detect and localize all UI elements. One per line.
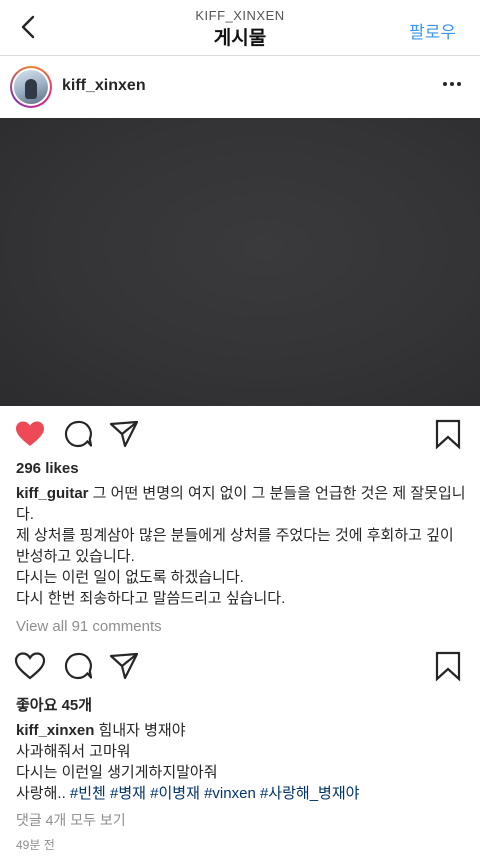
post-image[interactable] xyxy=(0,118,480,406)
hashtag-link[interactable]: #이병재 xyxy=(150,785,200,802)
view-all-comments-link[interactable]: View all 91 comments xyxy=(16,618,162,635)
post-actions-second xyxy=(0,644,480,688)
caption-text-line: 다시는 이런 일이 없도록 하겠습니다. xyxy=(16,569,244,586)
post-username[interactable]: kiff_xinxen xyxy=(62,77,146,95)
post-timestamp: 49분 전 xyxy=(16,838,55,852)
avatar-frame xyxy=(12,68,50,106)
share-icon[interactable] xyxy=(108,418,140,450)
caption-text-line: 제 상처를 핑계삼아 많은 분들에게 상처를 주었다는 것에 후회하고 깊이 반… xyxy=(16,527,454,565)
bookmark-icon[interactable] xyxy=(432,650,464,682)
post-caption: kiff_guitar 그 어떤 변명의 여지 없이 그 분들을 언급한 것은 … xyxy=(16,483,468,609)
bookmark-icon[interactable] xyxy=(432,418,464,450)
hashtag-link[interactable]: #병재 xyxy=(110,785,146,802)
avatar-image xyxy=(14,70,48,104)
post-caption-second: kiff_xinxen 힘내자 병재야 사과해줘서 고마워 다시는 이런일 생기… xyxy=(16,720,468,804)
caption-username[interactable]: kiff_guitar xyxy=(16,485,89,502)
hashtag-link[interactable]: #빈첸 xyxy=(70,785,106,802)
caption-text-line: 사과해줘서 고마워 xyxy=(16,743,131,760)
caption-text-line: 다시는 이런일 생기게하지말아줘 xyxy=(16,764,218,781)
caption-text: 사랑해.. xyxy=(16,785,70,802)
avatar[interactable] xyxy=(10,66,52,108)
comment-icon[interactable] xyxy=(62,650,94,682)
page-title: 게시물 xyxy=(213,28,267,49)
view-all-comments-link-second[interactable]: 댓글 4개 모두 보기 xyxy=(16,810,126,830)
hashtag-link[interactable]: #사랑해_병재야 xyxy=(260,785,360,802)
like-count-second[interactable]: 좋아요 45개 xyxy=(16,694,92,715)
caption-hashtag-line: 사랑해.. #빈첸 #병재 #이병재 #vinxen #사랑해_병재야 xyxy=(16,783,468,804)
caption-text-line: 다시 한번 죄송하다고 말씀드리고 싶습니다. xyxy=(16,590,286,607)
heart-filled-icon[interactable] xyxy=(14,418,46,450)
caption-username[interactable]: kiff_xinxen xyxy=(16,722,94,739)
follow-button[interactable]: 팔로우 xyxy=(409,18,456,43)
hashtag-link[interactable]: #vinxen xyxy=(204,785,256,802)
post-actions xyxy=(0,412,480,456)
like-count[interactable]: 296 likes xyxy=(16,460,79,477)
share-icon[interactable] xyxy=(108,650,140,682)
post-header: kiff_xinxen xyxy=(0,56,480,118)
more-options-icon[interactable] xyxy=(440,72,464,96)
top-nav-bar: KIFF_XINXEN 게시물 팔로우 xyxy=(0,0,480,56)
heart-outline-icon[interactable] xyxy=(14,650,46,682)
nav-account-name: KIFF_XINXEN xyxy=(195,8,285,23)
caption-text-line: 힘내자 병재야 xyxy=(94,722,186,739)
comment-icon[interactable] xyxy=(62,418,94,450)
